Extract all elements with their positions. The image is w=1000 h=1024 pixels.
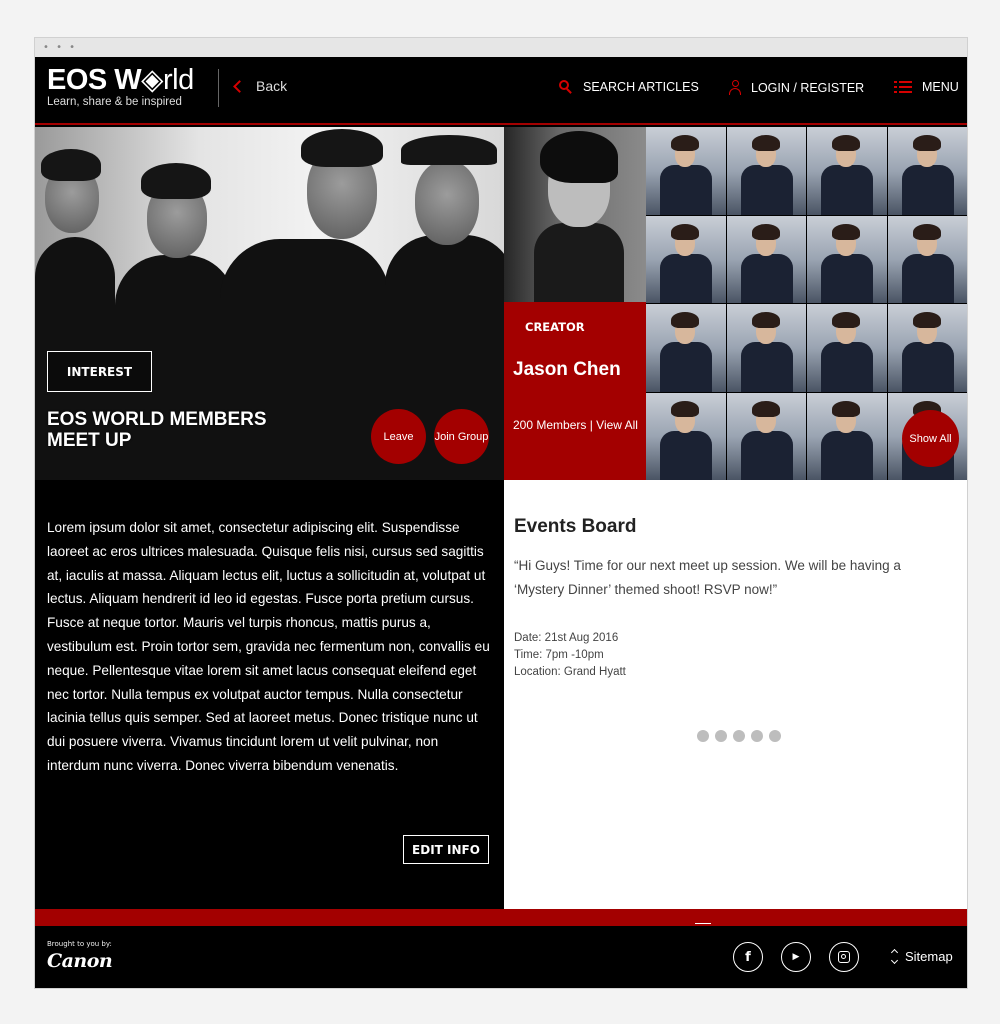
- site-header: EOS W◈rld Learn, share & be inspired Bac…: [35, 57, 967, 125]
- chevron-up-down-icon: [890, 948, 899, 965]
- pager-dot[interactable]: [715, 730, 727, 742]
- facebook-icon[interactable]: f: [733, 942, 763, 972]
- pager-dot[interactable]: [751, 730, 763, 742]
- show-all-members-button[interactable]: Show All: [902, 410, 959, 467]
- window-dots-icon: • • •: [43, 42, 78, 53]
- youtube-icon[interactable]: ▶: [781, 942, 811, 972]
- member-thumbnail[interactable]: [646, 215, 726, 303]
- user-icon: [729, 80, 741, 95]
- member-thumbnail[interactable]: [646, 127, 726, 215]
- member-thumbnail[interactable]: [807, 392, 887, 480]
- member-thumbnail[interactable]: [726, 215, 806, 303]
- member-thumbnail[interactable]: [726, 392, 806, 480]
- menu-label: MENU: [922, 80, 959, 94]
- edit-info-button[interactable]: EDIT INFO: [403, 835, 489, 864]
- pager-dot[interactable]: [769, 730, 781, 742]
- browser-frame: • • • EOS W◈rld Learn, share & be inspir…: [34, 37, 968, 989]
- search-label: SEARCH ARTICLES: [583, 80, 699, 94]
- member-thumbnail[interactable]: [646, 304, 726, 392]
- pager-dot[interactable]: [733, 730, 745, 742]
- site-footer: Brought to you by: Canon f ▶ Sitemap: [35, 926, 967, 988]
- instagram-icon[interactable]: [829, 942, 859, 972]
- logo-aperture-icon: ◈: [141, 64, 163, 96]
- footer-red-bar: [35, 909, 967, 926]
- sitemap-label: Sitemap: [905, 949, 953, 964]
- creator-body: [534, 223, 624, 302]
- login-register-button[interactable]: LOGIN / REGISTER: [729, 80, 864, 95]
- join-group-button[interactable]: Join Group: [434, 409, 489, 464]
- group-hero-image: INTEREST EOS WORLD MEMBERS MEET UP Leave…: [35, 127, 504, 480]
- member-thumbnail[interactable]: [726, 127, 806, 215]
- sitemap-button[interactable]: Sitemap: [890, 948, 953, 965]
- creator-label: CREATOR: [525, 320, 585, 334]
- header-divider: [218, 69, 219, 107]
- event-date: Date: 21st Aug 2016: [514, 632, 619, 644]
- member-thumbnail[interactable]: [807, 215, 887, 303]
- event-details: Date: 21st Aug 2016 Time: 7pm -10pm Loca…: [514, 630, 626, 681]
- scroll-up-handle[interactable]: [695, 923, 711, 924]
- logo-tagline: Learn, share & be inspired: [47, 96, 182, 108]
- hair-1: [41, 149, 101, 181]
- member-thumbnail[interactable]: [887, 215, 967, 303]
- hat: [401, 135, 497, 165]
- event-message: “Hi Guys! Time for our next meet up sess…: [514, 558, 901, 597]
- event-time: Time: 7pm -10pm: [514, 649, 604, 661]
- members-view-all-link[interactable]: 200 Members | View All: [513, 417, 641, 433]
- back-label: Back: [256, 78, 288, 94]
- canon-logo[interactable]: Canon: [47, 950, 113, 972]
- creator-name[interactable]: Jason Chen: [513, 359, 621, 381]
- face-4: [415, 161, 479, 245]
- group-title: EOS WORLD MEMBERS MEET UP: [47, 409, 267, 451]
- hair-3: [301, 129, 383, 167]
- group-description-text: Lorem ipsum dolor sit amet, consectetur …: [47, 520, 490, 773]
- interest-tag-button[interactable]: INTEREST: [47, 351, 152, 392]
- logo-title-rest: rld: [162, 64, 194, 96]
- event-location: Location: Grand Hyatt: [514, 666, 626, 678]
- events-pager: [697, 730, 781, 742]
- member-thumbnail[interactable]: [807, 127, 887, 215]
- browser-chrome: • • •: [35, 38, 967, 57]
- brought-by-label: Brought to you by:: [47, 940, 112, 948]
- menu-button[interactable]: MENU: [894, 80, 959, 94]
- member-thumbnail[interactable]: [887, 127, 967, 215]
- group-description-panel: Lorem ipsum dolor sit amet, consectetur …: [35, 480, 504, 909]
- events-board-panel: Events Board “Hi Guys! Time for our next…: [504, 480, 967, 909]
- eos-world-logo[interactable]: EOS W◈rld Learn, share & be inspired: [47, 65, 194, 109]
- back-button[interactable]: Back: [233, 78, 288, 94]
- leave-button[interactable]: Leave: [371, 409, 426, 464]
- member-thumbnail[interactable]: [646, 392, 726, 480]
- member-thumbnail[interactable]: [726, 304, 806, 392]
- creator-info-box: CREATOR Jason Chen 200 Members | View Al…: [504, 302, 646, 480]
- menu-list-icon: [894, 80, 912, 94]
- member-thumbnail[interactable]: [807, 304, 887, 392]
- login-label: LOGIN / REGISTER: [751, 80, 865, 95]
- pager-dot[interactable]: [697, 730, 709, 742]
- chevron-left-icon: [233, 80, 246, 93]
- creator-photo[interactable]: [504, 127, 646, 302]
- creator-hair: [540, 131, 618, 183]
- search-articles-button[interactable]: SEARCH ARTICLES: [559, 80, 699, 94]
- search-icon: [559, 80, 573, 94]
- hair-2: [141, 163, 211, 199]
- logo-title-bold: EOS W: [47, 64, 142, 96]
- member-thumbnail[interactable]: [887, 304, 967, 392]
- events-board-title: Events Board: [514, 516, 637, 537]
